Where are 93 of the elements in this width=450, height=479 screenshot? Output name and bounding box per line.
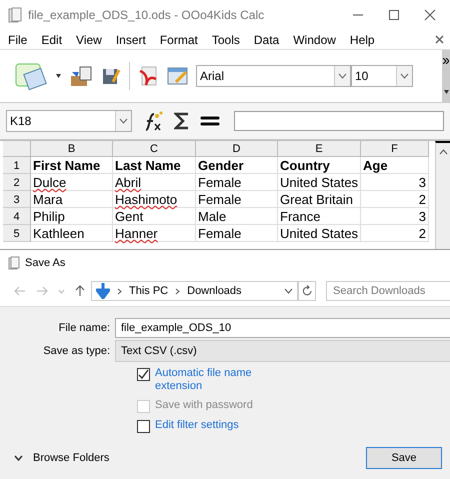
- download-arrow-icon: [96, 283, 110, 299]
- caret-icon[interactable]: [56, 74, 61, 78]
- checkbox[interactable]: [137, 420, 150, 433]
- row-header[interactable]: 5: [3, 225, 31, 242]
- spreadsheet-icon[interactable]: [14, 61, 48, 91]
- chevron-up-icon[interactable]: [438, 149, 448, 155]
- table-cell: 3: [361, 208, 429, 225]
- up-arrow-icon[interactable]: [75, 285, 85, 297]
- cell-reference-dropdown[interactable]: K18: [6, 110, 132, 132]
- field-label: Save as type:: [42, 344, 111, 356]
- document-icon: [8, 7, 22, 23]
- menu-item[interactable]: Help: [350, 32, 375, 46]
- row-header[interactable]: 4: [3, 208, 31, 225]
- menu-item[interactable]: Insert: [116, 32, 146, 46]
- menu-item[interactable]: File: [8, 32, 28, 46]
- row-header[interactable]: 1: [3, 157, 31, 174]
- chevron-down-icon: [400, 73, 409, 79]
- font-size-dropdown[interactable]: 10: [351, 65, 413, 87]
- toolbar-overflow-button[interactable]: [442, 50, 450, 102]
- table-cell: Male: [196, 208, 278, 225]
- edit-document-icon[interactable]: [166, 65, 190, 87]
- table-cell: Hashimoto: [113, 191, 196, 208]
- window-title: file_example_ODS_10.ods - OOo4Kids Calc: [28, 8, 264, 22]
- table-cell: United States: [278, 174, 361, 191]
- equals-icon[interactable]: [200, 114, 220, 128]
- search-field[interactable]: Search Downloads: [326, 281, 450, 301]
- chevron-down-icon: [119, 118, 128, 124]
- pdf-icon[interactable]: [138, 65, 158, 87]
- table-cell: United States: [278, 225, 361, 242]
- refresh-icon: [302, 285, 312, 297]
- row-header[interactable]: 3: [3, 191, 31, 208]
- checkbox[interactable]: [137, 368, 150, 381]
- column-header[interactable]: E: [278, 141, 361, 157]
- refresh-button[interactable]: [298, 281, 316, 301]
- column-header[interactable]: B: [31, 141, 113, 157]
- table-cell: Female: [196, 225, 278, 242]
- chevron-right-icon: [117, 288, 122, 294]
- table-cell: Last Name: [113, 157, 196, 174]
- font-name-dropdown[interactable]: Arial: [196, 65, 351, 87]
- table-cell: Female: [196, 174, 278, 191]
- table-cell: France: [278, 208, 361, 225]
- menu-item[interactable]: Edit: [41, 32, 62, 46]
- table-cell: Age: [361, 157, 429, 174]
- table-cell: 3: [361, 174, 429, 191]
- maximize-icon[interactable]: [388, 9, 400, 21]
- row-header[interactable]: 2: [3, 174, 31, 191]
- file-name-field[interactable]: file_example_ODS_10: [115, 318, 450, 338]
- menu-item[interactable]: Data: [254, 32, 280, 46]
- table-cell: Dulce: [31, 174, 113, 191]
- save-button[interactable]: Save: [366, 447, 442, 469]
- breadcrumb-item[interactable]: This PC: [129, 285, 168, 297]
- table-cell: Philip: [31, 208, 113, 225]
- menu-item[interactable]: Format: [160, 32, 198, 46]
- table-cell: Gent: [113, 208, 196, 225]
- document-icon: [8, 256, 20, 270]
- close-icon[interactable]: [435, 35, 444, 44]
- sum-icon[interactable]: [174, 111, 190, 131]
- breadcrumb-item[interactable]: Downloads: [187, 285, 242, 297]
- checkbox-label[interactable]: Automatic file name extension: [155, 367, 260, 393]
- double-chevron-icon: [443, 58, 449, 64]
- table-cell: Kathleen: [31, 225, 113, 242]
- table-cell: First Name: [31, 157, 113, 174]
- save-icon[interactable]: [101, 66, 121, 86]
- table-cell: 2: [361, 225, 429, 242]
- table-cell: Great Britain: [278, 191, 361, 208]
- dialog-title: Save As: [25, 257, 66, 269]
- chevron-right-icon: [175, 288, 180, 294]
- vertical-scrollbar[interactable]: [435, 141, 450, 249]
- menu-item[interactable]: Tools: [212, 32, 240, 46]
- table-cell: 2: [361, 191, 429, 208]
- chevron-down-icon[interactable]: [284, 288, 293, 294]
- table-cell: Hanner: [113, 225, 196, 242]
- column-header[interactable]: D: [196, 141, 278, 157]
- table-cell: Country: [278, 157, 361, 174]
- chevron-down-icon: [14, 455, 23, 461]
- formula-input[interactable]: [234, 111, 444, 131]
- table-cell: Gender: [196, 157, 278, 174]
- column-header[interactable]: C: [113, 141, 196, 157]
- column-header[interactable]: F: [361, 141, 429, 157]
- open-folder-icon[interactable]: [69, 64, 93, 88]
- browse-folders-toggle[interactable]: Browse Folders: [14, 452, 110, 464]
- table-cell: Abril: [113, 174, 196, 191]
- checkbox-label[interactable]: Edit filter settings: [155, 419, 260, 432]
- menu-item[interactable]: Window: [293, 32, 336, 46]
- caret-icon: [444, 90, 448, 94]
- menu-item[interactable]: View: [76, 32, 102, 46]
- file-type-dropdown[interactable]: Text CSV (.csv): [115, 340, 450, 362]
- table-cell: Mara: [31, 191, 113, 208]
- table-cell: Female: [196, 191, 278, 208]
- close-icon[interactable]: [424, 9, 436, 21]
- field-label: File name:: [58, 322, 111, 334]
- chevron-down-icon: [338, 73, 347, 79]
- address-bar[interactable]: This PC Downloads: [91, 281, 298, 301]
